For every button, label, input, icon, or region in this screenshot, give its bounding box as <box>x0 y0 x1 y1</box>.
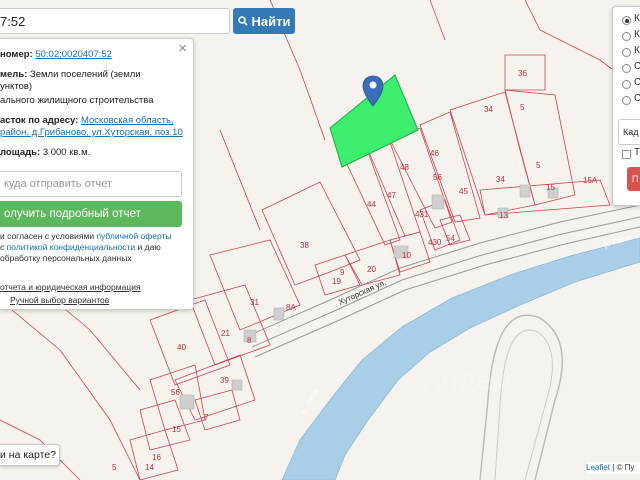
attribution: Leaflet | © Пу <box>586 462 640 474</box>
address-row: асток по адресу: Московская область, <box>0 115 174 127</box>
personal-data-link[interactable]: обработку персональных данных <box>0 253 132 264</box>
terms-text-2: с <box>0 242 5 252</box>
legal-info-link[interactable]: отчета и юридическая информация <box>0 282 141 293</box>
address-link-1[interactable]: Московская область, <box>81 115 174 126</box>
plot-number-label: 10 <box>402 251 411 260</box>
plot-number-label: 8А <box>286 303 296 312</box>
plot-number-label: 5 <box>520 103 525 112</box>
plot-number-label: 38 <box>300 241 309 250</box>
area-label: лощадь: <box>0 147 41 158</box>
plot-number-label: 8 <box>247 336 252 345</box>
layer-label-4: С <box>634 61 640 72</box>
category-line2: унктов) <box>0 81 32 92</box>
terms-line1: и согласен с условиями публичной оферты <box>0 231 172 242</box>
cadastral-row: номер: 50:02:0020407:52 <box>0 49 112 61</box>
plot-number-label: 45 <box>459 187 468 196</box>
plot-number-label: 48 <box>400 163 409 172</box>
cadastral-number-link[interactable]: 50:02:0020407:52 <box>35 49 112 60</box>
area-value: 3 000 кв.м. <box>42 147 91 158</box>
plot-number-label: 5 <box>112 463 117 472</box>
get-report-button[interactable]: олучить подробный отчет <box>0 201 182 227</box>
apply-button[interactable]: П <box>627 167 640 191</box>
parcel-info-card: × номер: 50:02:0020407:52 мель: Земли по… <box>0 38 194 310</box>
plot-number-label: 34 <box>484 105 493 114</box>
terms-line2: с политикой конфиденциальности и даю <box>0 242 161 253</box>
plot-number-label: 39 <box>220 376 229 385</box>
offer-link[interactable]: публичной оферты <box>96 231 171 241</box>
layer-radio-4[interactable] <box>622 64 631 73</box>
plot-number-label: 9 <box>340 268 345 277</box>
email-field[interactable]: куда отправить отчет <box>0 171 182 197</box>
layer-label-5: С <box>634 77 640 88</box>
address-label: асток по адресу: <box>0 115 79 126</box>
layer-checkbox[interactable] <box>622 150 631 159</box>
privacy-link[interactable]: политикой конфиденциальности <box>7 242 136 252</box>
layer-radio-1[interactable] <box>622 16 631 25</box>
plot-number-label: 19 <box>332 277 341 286</box>
layer-select[interactable]: Кад <box>618 119 640 145</box>
plot-number-label: 15А <box>583 176 598 185</box>
plot-number-label: 34 <box>496 175 505 184</box>
category-row: мель: Земли поселений (земли <box>0 69 141 81</box>
plot-number-label: 21 <box>221 329 230 338</box>
search-input[interactable] <box>0 9 229 33</box>
usage-line: ального жилищного строительства <box>0 95 154 106</box>
plot-number-label: 7 <box>204 413 209 422</box>
layer-label-2: К <box>634 29 640 40</box>
layer-checkbox-label: Т <box>634 147 640 158</box>
manual-choice-link[interactable]: Ручной выбор вариантов <box>10 295 109 306</box>
layer-radio-3[interactable] <box>622 48 631 57</box>
on-map-button[interactable]: и на карте? <box>0 444 60 466</box>
plot-number-label: 40 <box>177 343 186 352</box>
layer-radio-5[interactable] <box>622 80 631 89</box>
layer-label-3: К <box>634 45 640 56</box>
plot-number-label: 20 <box>367 265 376 274</box>
category-label: мель: <box>0 69 28 80</box>
attribution-source: © Пу <box>616 463 635 472</box>
plot-number-label: 36 <box>518 69 527 78</box>
plot-number-label: 47 <box>387 191 396 200</box>
search-icon <box>237 16 248 26</box>
plot-number-label: 46 <box>430 149 439 158</box>
layer-radio-2[interactable] <box>622 32 631 41</box>
plot-number-label: 16 <box>152 453 161 462</box>
plot-number-label: 44 <box>367 200 376 209</box>
plot-number-label: 13 <box>499 211 508 220</box>
search-button[interactable]: Найти <box>233 8 295 34</box>
plot-number-label: 431 <box>415 210 429 219</box>
map-watermark: Яндекс <box>420 364 521 397</box>
layer-label-1: К <box>634 13 640 24</box>
plot-number-label: 15 <box>172 425 181 434</box>
address-link-2[interactable]: район, д.Грибаново, ул.Хуторская, поз.10 <box>0 127 183 139</box>
search-bar <box>0 8 230 34</box>
close-icon[interactable]: × <box>178 41 187 57</box>
plot-number-label: 14 <box>145 463 154 472</box>
plot-number-label: 56 <box>171 388 180 397</box>
plot-number-label: 56 <box>433 173 442 182</box>
layer-panel: К К К С С С Кад Т П <box>612 6 640 206</box>
layer-radio-6[interactable] <box>622 96 631 105</box>
plot-number-label: 54 <box>446 234 455 243</box>
search-button-label: Найти <box>251 13 291 29</box>
layer-label-6: С <box>634 93 640 104</box>
area-row: лощадь: 3 000 кв.м. <box>0 147 90 159</box>
terms-text-1: и согласен с условиями <box>0 231 95 241</box>
cadastral-label: номер: <box>0 49 33 60</box>
plot-number-label: 5 <box>536 161 541 170</box>
leaflet-link[interactable]: Leaflet <box>586 463 610 472</box>
category-line1: Земли поселений (земли <box>30 69 141 80</box>
plot-number-label: 430 <box>428 238 442 247</box>
plot-number-label: 15 <box>546 183 555 192</box>
plot-number-label: 31 <box>250 298 259 307</box>
terms-text-3: и даю <box>137 242 161 252</box>
